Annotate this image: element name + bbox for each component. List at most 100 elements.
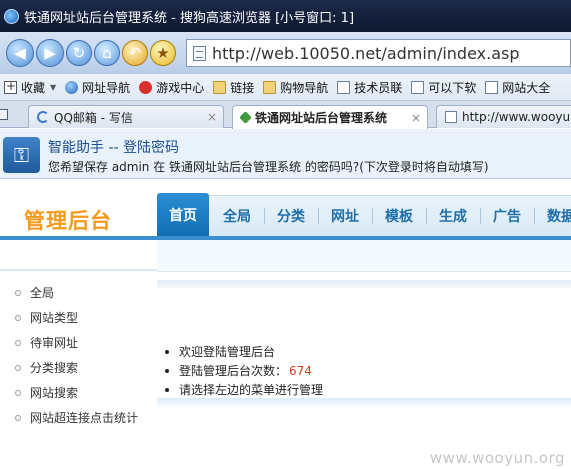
chevron-down-icon: ▼ bbox=[50, 82, 57, 92]
close-icon[interactable]: × bbox=[207, 110, 217, 124]
sogou-browser-icon bbox=[4, 8, 19, 24]
sidebar-item-label: 网站搜索 bbox=[30, 386, 79, 400]
sidebar-toggle-icon[interactable] bbox=[0, 109, 8, 120]
bullet-icon bbox=[165, 368, 169, 373]
watermark: www.wooyun.org bbox=[429, 449, 565, 467]
bookmark-label: 网站大全 bbox=[502, 80, 551, 95]
bookmark-games[interactable]: 游戏中心 bbox=[139, 79, 204, 96]
welcome-info: 欢迎登陆管理后台 登陆管理后台次数： 674 请选择左边的菜单进行管理 bbox=[165, 342, 323, 399]
bullet-icon bbox=[15, 414, 21, 421]
bookmark-label: 可以下软 bbox=[428, 80, 477, 95]
back-button[interactable]: ◀ bbox=[6, 39, 34, 67]
menu-item-home[interactable]: 首页 bbox=[157, 193, 209, 236]
window-titlebar: 铁通网址站后台管理系统 - 搜狗高速浏览器 [小号窗口: 1] bbox=[0, 0, 571, 32]
bookmarks-bar: 收藏 ▼ 网址导航 游戏中心 链接 购物导航 技术员联 可以下软 网站大全 bbox=[0, 74, 571, 101]
menu-divider bbox=[372, 208, 373, 224]
content-divider bbox=[157, 280, 571, 288]
tab-wooyun[interactable]: http://www.wooyun.or bbox=[436, 105, 571, 128]
password-helper-bar: ⚿ 智能助手 -- 登陆密码 您希望保存 admin 在 铁通网址站后台管理系统… bbox=[0, 129, 571, 179]
home-button[interactable]: ⌂ bbox=[94, 40, 120, 66]
forward-arrow-icon: ▶ bbox=[44, 44, 56, 62]
close-icon[interactable]: × bbox=[411, 111, 421, 125]
navigation-toolbar: ◀ ▶ ↻ ⌂ ↶ ★ http://web.10050.net/admin/i… bbox=[0, 32, 571, 74]
bookmark-label: 收藏 bbox=[21, 80, 46, 95]
site-icon bbox=[239, 111, 252, 124]
sidebar-item-site-search[interactable]: 网站搜索 bbox=[0, 380, 157, 405]
bullet-icon bbox=[15, 389, 21, 396]
menu-divider bbox=[480, 208, 481, 224]
forward-button[interactable]: ▶ bbox=[36, 39, 64, 67]
menu-item-global[interactable]: 全局 bbox=[223, 196, 251, 236]
add-bookmark-icon bbox=[4, 79, 17, 94]
menu-divider bbox=[426, 208, 427, 224]
bullet-icon bbox=[15, 339, 21, 346]
sidebar-item-label: 分类搜索 bbox=[30, 361, 79, 375]
folder-icon bbox=[213, 80, 227, 94]
menu-hint-text: 请选择左边的菜单进行管理 bbox=[179, 383, 324, 397]
game-icon bbox=[139, 80, 153, 94]
undo-close-button[interactable]: ↶ bbox=[122, 40, 148, 66]
page-icon bbox=[193, 45, 206, 61]
bookmark-links[interactable]: 链接 bbox=[213, 79, 254, 96]
tab-strip: QQ邮箱 - 写信 × 铁通网址站后台管理系统 × http://www.woo… bbox=[0, 101, 571, 129]
menu-item-generate[interactable]: 生成 bbox=[439, 196, 467, 236]
address-bar[interactable]: http://web.10050.net/admin/index.asp bbox=[186, 39, 571, 67]
admin-logo: 管理后台 bbox=[24, 209, 112, 233]
star-icon: ★ bbox=[156, 44, 170, 62]
bookmark-shopping[interactable]: 购物导航 bbox=[263, 79, 328, 96]
tab-qq-mail[interactable]: QQ邮箱 - 写信 × bbox=[28, 105, 224, 128]
window-title: 铁通网址站后台管理系统 - 搜狗高速浏览器 [小号窗口: 1] bbox=[24, 10, 355, 26]
menu-item-category[interactable]: 分类 bbox=[277, 196, 305, 236]
sidebar-divider bbox=[0, 269, 157, 271]
page-icon bbox=[445, 111, 457, 123]
loading-icon bbox=[37, 111, 49, 123]
tab-admin[interactable]: 铁通网址站后台管理系统 × bbox=[232, 105, 428, 129]
login-count-value: 674 bbox=[289, 363, 312, 378]
sidebar-item-global[interactable]: 全局 bbox=[0, 280, 157, 305]
sidebar-item-label: 待审网址 bbox=[30, 336, 79, 350]
list-item: 欢迎登陆管理后台 bbox=[165, 342, 323, 361]
content-footer-divider bbox=[157, 398, 571, 406]
list-item: 请选择左边的菜单进行管理 bbox=[165, 380, 323, 399]
bullet-icon bbox=[15, 289, 21, 296]
tab-label: 铁通网址站后台管理系统 bbox=[255, 111, 388, 125]
welcome-text: 欢迎登陆管理后台 bbox=[179, 345, 276, 359]
admin-sidebar: 全局 网站类型 待审网址 分类搜索 网站搜索 网站超连接点击统计 bbox=[0, 280, 157, 430]
favorite-button[interactable]: ★ bbox=[150, 40, 176, 66]
bookmark-tech[interactable]: 技术员联 bbox=[337, 79, 402, 96]
bookmark-favorites[interactable]: 收藏 ▼ bbox=[4, 79, 56, 96]
sidebar-item-site-types[interactable]: 网站类型 bbox=[0, 305, 157, 330]
submenu-bar bbox=[157, 240, 571, 272]
bookmark-sites[interactable]: 网站大全 bbox=[485, 79, 550, 96]
tab-label: http://www.wooyun.or bbox=[462, 110, 571, 124]
bullet-icon bbox=[165, 387, 169, 392]
page-icon bbox=[485, 80, 499, 94]
tab-label: QQ邮箱 - 写信 bbox=[54, 110, 133, 125]
refresh-icon: ↻ bbox=[72, 44, 86, 62]
globe-icon bbox=[65, 80, 79, 94]
refresh-button[interactable]: ↻ bbox=[66, 40, 92, 66]
menu-item-ads[interactable]: 广告 bbox=[493, 196, 521, 236]
bookmark-label: 游戏中心 bbox=[156, 80, 205, 95]
helper-title: 智能助手 -- 登陆密码 bbox=[48, 140, 180, 156]
bookmark-label: 购物导航 bbox=[280, 80, 329, 95]
bullet-icon bbox=[15, 314, 21, 321]
bookmark-label: 网址导航 bbox=[82, 80, 131, 95]
menu-divider bbox=[534, 208, 535, 224]
bookmark-download[interactable]: 可以下软 bbox=[411, 79, 476, 96]
helper-message: 您希望保存 admin 在 铁通网址站后台管理系统 的密码吗?(下次登录时将自动… bbox=[48, 160, 489, 174]
bookmark-nav[interactable]: 网址导航 bbox=[65, 79, 130, 96]
undo-icon: ↶ bbox=[128, 44, 142, 62]
menu-divider bbox=[264, 208, 265, 224]
sidebar-item-category-search[interactable]: 分类搜索 bbox=[0, 355, 157, 380]
list-item: 登陆管理后台次数： 674 bbox=[165, 361, 323, 380]
menu-item-data[interactable]: 数据 bbox=[547, 196, 571, 236]
address-url[interactable]: http://web.10050.net/admin/index.asp bbox=[212, 44, 520, 63]
menu-item-template[interactable]: 模板 bbox=[385, 196, 413, 236]
page-icon bbox=[411, 80, 425, 94]
sidebar-item-click-stats[interactable]: 网站超连接点击统计 bbox=[0, 405, 157, 430]
sidebar-item-pending-urls[interactable]: 待审网址 bbox=[0, 330, 157, 355]
menu-item-url[interactable]: 网址 bbox=[331, 196, 359, 236]
sidebar-item-label: 全局 bbox=[30, 286, 55, 300]
bookmark-label: 技术员联 bbox=[354, 80, 403, 95]
